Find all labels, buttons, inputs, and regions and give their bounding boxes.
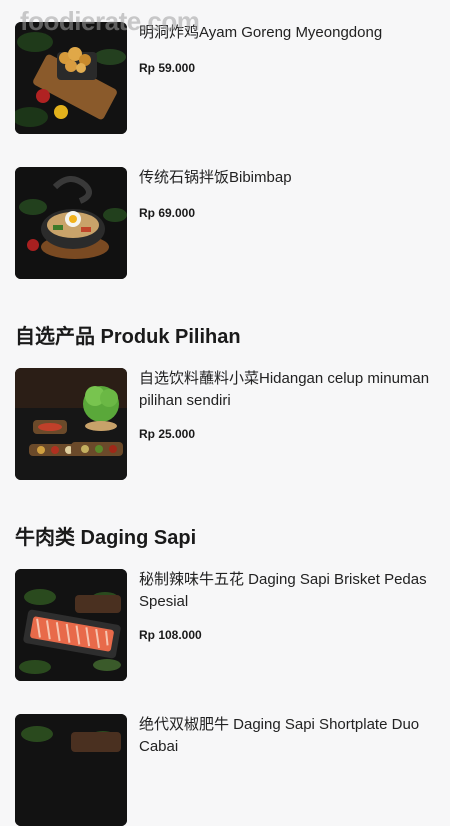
item-price: Rp 25.000 bbox=[139, 427, 196, 441]
item-name: 秘制辣味牛五花 Daging Sapi Brisket Pedas Spesia… bbox=[139, 571, 427, 610]
watermark: foodierate.com bbox=[20, 6, 200, 36]
menu-item-ayam-goreng[interactable]: 明洞炸鸡Ayam Goreng Myeongdong Rp 59.000 bbox=[15, 22, 445, 134]
menu-item-bibimbap[interactable]: 传统石锅拌饭Bibimbap Rp 69.000 bbox=[15, 167, 445, 279]
item-name: 传统石锅拌饭Bibimbap bbox=[139, 169, 292, 186]
menu-item-hidangan-celup[interactable]: 自选饮料蘸料小菜Hidangan celup minuman pilihan s… bbox=[15, 368, 445, 480]
section-title-daging-sapi: 牛肉类 Daging Sapi bbox=[15, 527, 197, 549]
section-title-produk-pilihan: 自选产品 Produk Pilihan bbox=[15, 326, 241, 348]
menu-item-shortplate-duo-cabai[interactable]: 绝代双椒肥牛 Daging Sapi Shortplate Duo Cabai bbox=[15, 714, 445, 826]
beef-shortplate-photo bbox=[15, 714, 127, 826]
bibimbap-photo bbox=[15, 167, 127, 279]
item-price: Rp 108.000 bbox=[139, 628, 202, 642]
beef-brisket-photo bbox=[15, 569, 127, 681]
item-name: 绝代双椒肥牛 Daging Sapi Shortplate Duo Cabai bbox=[139, 716, 420, 755]
item-price: Rp 69.000 bbox=[139, 206, 196, 220]
item-price: Rp 59.000 bbox=[139, 61, 196, 75]
menu-item-brisket-pedas[interactable]: 秘制辣味牛五花 Daging Sapi Brisket Pedas Spesia… bbox=[15, 569, 445, 681]
item-name: 自选饮料蘸料小菜Hidangan celup minuman pilihan s… bbox=[139, 370, 430, 409]
side-dishes-photo bbox=[15, 368, 127, 480]
fried-chicken-photo bbox=[15, 22, 127, 134]
